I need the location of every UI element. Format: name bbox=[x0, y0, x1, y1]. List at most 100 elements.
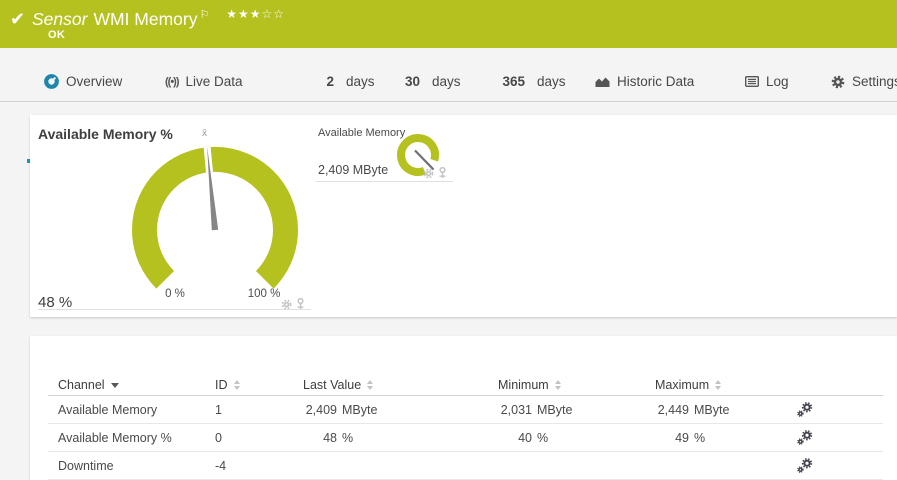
header-id[interactable]: ID bbox=[215, 378, 303, 392]
unit: MByte bbox=[694, 402, 730, 417]
stars-filled[interactable]: ★★★ bbox=[226, 7, 261, 21]
unit: % bbox=[537, 430, 549, 445]
channel-settings-gears-icon[interactable] bbox=[797, 458, 813, 473]
tab-30-days[interactable]: 30 days bbox=[386, 62, 461, 101]
unit: % bbox=[342, 430, 354, 445]
large-gauge-toolbar bbox=[281, 298, 305, 310]
header-minimum[interactable]: Minimum bbox=[498, 378, 655, 392]
gauge-icon bbox=[44, 74, 59, 89]
channel-table: Channel ID Last Value Minimum Maximum Av… bbox=[48, 374, 883, 480]
minimum-cell: 2,031 MByte bbox=[498, 403, 655, 417]
divider bbox=[38, 309, 311, 310]
tab-bar: Overview ((•)) Live Data 2 days 30 days … bbox=[0, 62, 897, 163]
header-label: Channel bbox=[58, 377, 105, 392]
tab-label: Live Data bbox=[185, 74, 243, 89]
tab-overview[interactable]: Overview bbox=[44, 62, 122, 101]
overview-gauges-panel: Available Memory % x̄ 0 % 100 % 48 % Ava… bbox=[30, 115, 897, 317]
header-last-value[interactable]: Last Value bbox=[303, 378, 498, 392]
channel-id: -4 bbox=[215, 458, 227, 473]
tab-2-days[interactable]: 2 days bbox=[300, 62, 375, 101]
channel-settings-gears-icon[interactable] bbox=[797, 430, 813, 445]
header-maximum[interactable]: Maximum bbox=[655, 378, 795, 392]
value: 48 bbox=[323, 430, 337, 445]
channel-name[interactable]: Available Memory % bbox=[48, 431, 215, 445]
value: 2,409 bbox=[305, 402, 337, 417]
last-value-cell bbox=[303, 459, 498, 473]
header-label: Last Value bbox=[303, 377, 362, 392]
value: 49 bbox=[675, 430, 689, 445]
priority-stars[interactable]: ★★★☆☆ bbox=[226, 7, 285, 21]
tab-label: Historic Data bbox=[617, 74, 695, 89]
tab-number: 365 bbox=[502, 74, 525, 89]
sensor-name: WMI Memory bbox=[93, 8, 198, 29]
table-header-row: Channel ID Last Value Minimum Maximum bbox=[48, 374, 883, 396]
pin-icon[interactable] bbox=[438, 167, 447, 179]
sort-desc-icon bbox=[110, 383, 119, 388]
area-chart-icon bbox=[595, 77, 610, 87]
header-channel[interactable]: Channel bbox=[48, 378, 215, 392]
sort-icon bbox=[554, 379, 561, 390]
channel-table-panel: Channel ID Last Value Minimum Maximum Av… bbox=[30, 336, 897, 480]
small-gauge-value: 2,409 MByte bbox=[318, 163, 389, 177]
gear-icon[interactable] bbox=[423, 168, 434, 179]
tab-number: 30 bbox=[404, 74, 420, 89]
tab-historic-data[interactable]: Historic Data bbox=[595, 62, 694, 101]
broadcast-icon: ((•)) bbox=[165, 75, 179, 88]
sort-icon bbox=[233, 379, 240, 390]
channel-settings-gears-icon[interactable] bbox=[797, 402, 813, 417]
tab-settings[interactable]: Settings bbox=[831, 62, 897, 101]
channel-name[interactable]: Available Memory bbox=[48, 403, 215, 417]
value: 2,031 bbox=[500, 402, 532, 417]
sensor-title: Sensor WMI Memory ⚐ ★★★☆☆ bbox=[32, 7, 285, 30]
tab-365-days[interactable]: 365 days bbox=[491, 62, 566, 101]
flag-icon[interactable]: ⚐ bbox=[199, 9, 209, 21]
value: 2,449 bbox=[657, 402, 689, 417]
table-row[interactable]: Available Memory 1 2,409 MByte 2,031 MByte… bbox=[48, 396, 883, 424]
divider bbox=[316, 181, 453, 182]
status-ok-check-icon: ✔ bbox=[10, 9, 26, 29]
pin-icon[interactable] bbox=[296, 298, 305, 310]
average-marker: x̄ bbox=[202, 128, 207, 139]
tab-label: Log bbox=[766, 74, 789, 89]
unit: MByte bbox=[342, 402, 378, 417]
minimum-cell bbox=[498, 459, 655, 473]
tab-live-data[interactable]: ((•)) Live Data bbox=[165, 62, 243, 101]
sensor-header: ✔ Sensor WMI Memory ⚐ ★★★☆☆ OK bbox=[0, 0, 897, 48]
gear-icon[interactable] bbox=[281, 299, 292, 310]
tab-log[interactable]: Log bbox=[745, 62, 789, 101]
gauge-scale-min-label: 0 % bbox=[165, 288, 185, 300]
tab-label: days bbox=[432, 74, 461, 89]
last-value-cell: 48% bbox=[303, 431, 498, 445]
tab-number: 2 bbox=[326, 74, 334, 89]
tab-label: Overview bbox=[66, 74, 123, 89]
maximum-cell bbox=[655, 459, 795, 473]
tab-label: days bbox=[537, 74, 566, 89]
channel-id: 0 bbox=[215, 430, 222, 445]
table-row[interactable]: Available Memory % 0 48% 40% 49% bbox=[48, 424, 883, 452]
value: 40 bbox=[518, 430, 532, 445]
gear-icon bbox=[831, 75, 845, 88]
maximum-cell: 2,449 MByte bbox=[655, 403, 795, 417]
maximum-cell: 49% bbox=[655, 431, 795, 445]
channel-name[interactable]: Downtime bbox=[48, 459, 215, 473]
unit: MByte bbox=[537, 402, 573, 417]
unit: % bbox=[694, 430, 706, 445]
last-value-cell: 2,409 MByte bbox=[303, 403, 498, 417]
small-gauge-title: Available Memory bbox=[318, 127, 406, 139]
sort-icon bbox=[367, 379, 374, 390]
stars-empty[interactable]: ☆☆ bbox=[262, 7, 286, 21]
tab-label: days bbox=[346, 74, 375, 89]
table-row[interactable]: Downtime -4 bbox=[48, 452, 883, 480]
large-gauge bbox=[132, 138, 298, 289]
status-badge: OK bbox=[48, 29, 66, 41]
header-label: ID bbox=[215, 377, 228, 392]
tab-label: Settings bbox=[852, 74, 897, 89]
header-label: Minimum bbox=[498, 377, 549, 392]
header-label: Maximum bbox=[655, 377, 710, 392]
sort-icon bbox=[715, 379, 722, 390]
sensor-title-prefix: Sensor bbox=[32, 8, 88, 29]
small-gauge-toolbar bbox=[423, 167, 447, 179]
minimum-cell: 40% bbox=[498, 431, 655, 445]
channel-id: 1 bbox=[215, 402, 222, 417]
log-list-icon bbox=[745, 76, 759, 87]
